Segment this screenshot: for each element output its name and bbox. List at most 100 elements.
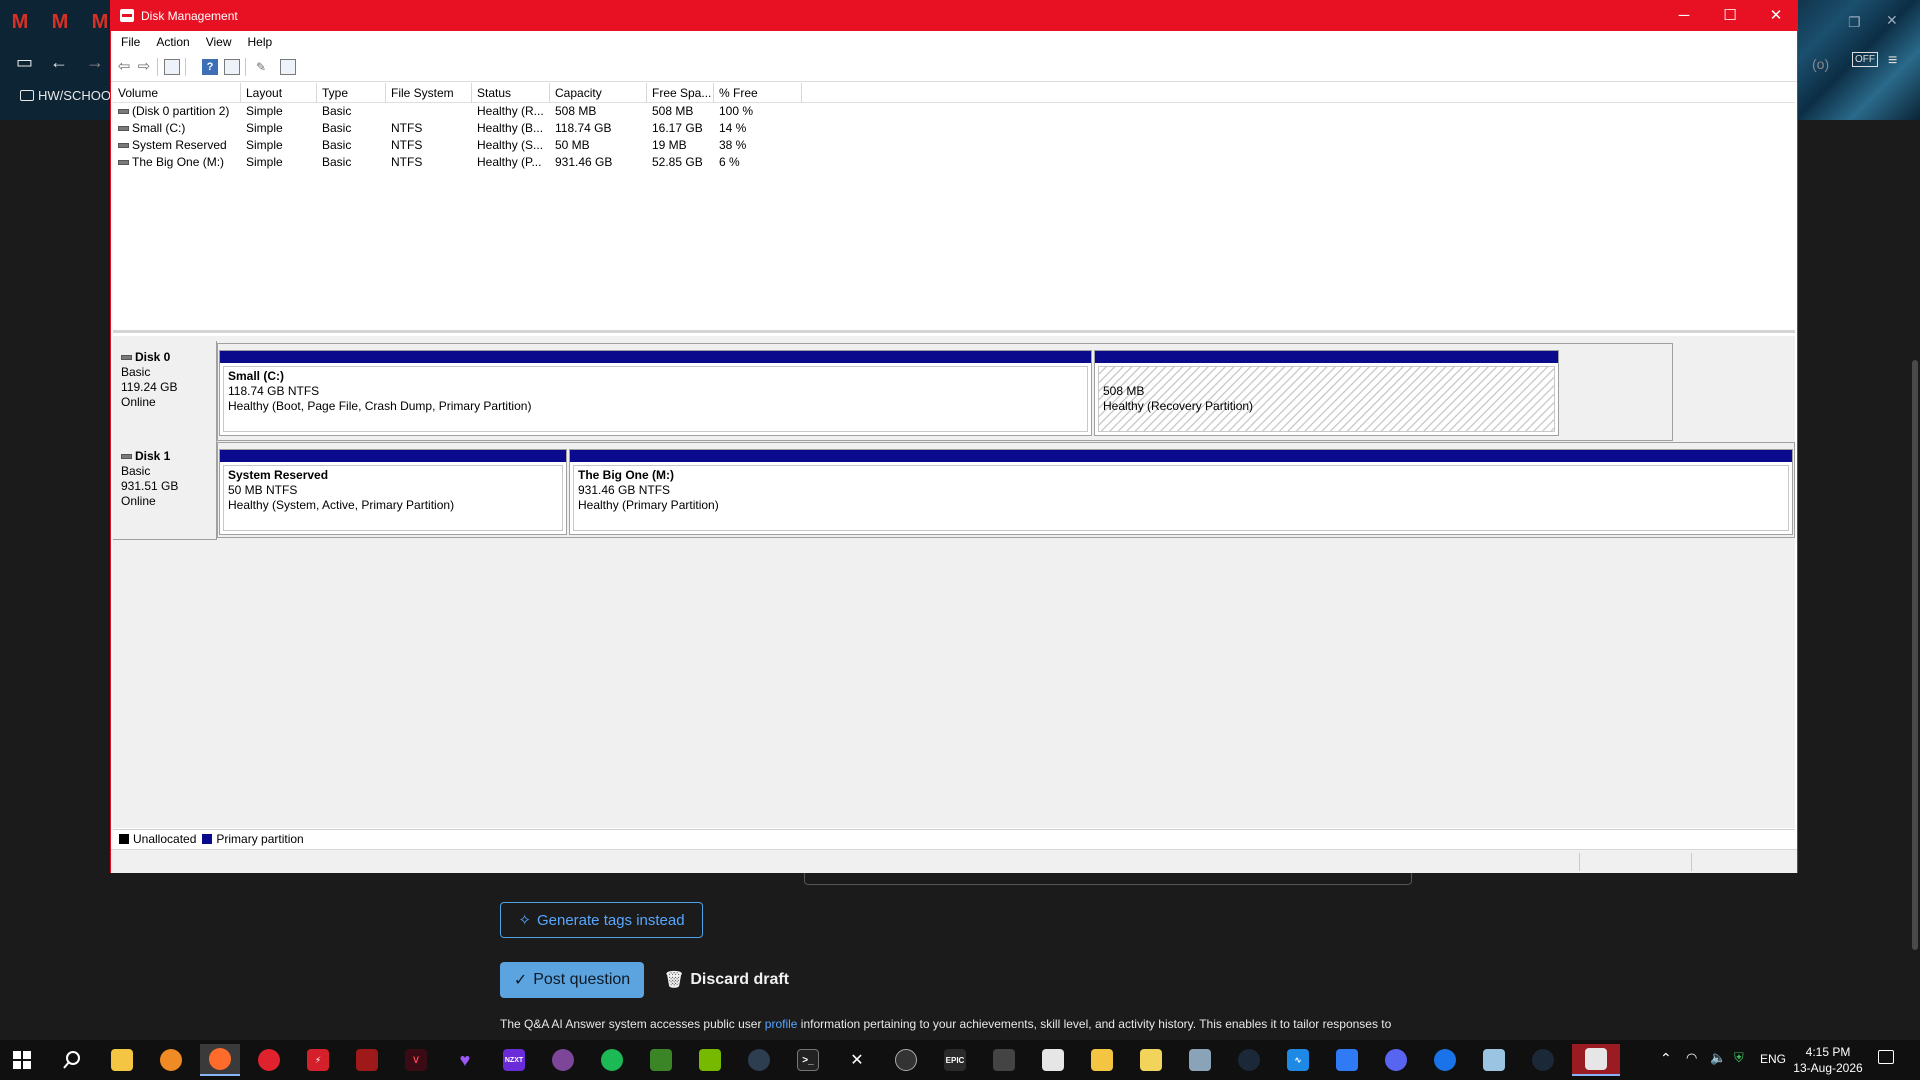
- column-header-capacity[interactable]: Capacity: [550, 83, 647, 103]
- nvidia-icon[interactable]: [690, 1044, 730, 1076]
- capcut-icon[interactable]: ✕: [837, 1044, 877, 1076]
- file-explorer-icon[interactable]: [102, 1044, 142, 1076]
- azure-icon[interactable]: [1425, 1044, 1465, 1076]
- security-shield-icon[interactable]: ⛨: [1734, 1050, 1744, 1066]
- chevron-up-icon[interactable]: ⌃: [1660, 1050, 1672, 1067]
- discard-draft-button[interactable]: 🗑 Discard draft: [664, 962, 789, 998]
- disk-tool-icon[interactable]: [1474, 1044, 1514, 1076]
- forward-icon[interactable]: →: [86, 52, 104, 73]
- disk-0-label[interactable]: Disk 0 Basic 119.24 GB Online: [113, 341, 217, 441]
- folder-icon[interactable]: [1082, 1044, 1122, 1076]
- extension-off-icon[interactable]: OFF: [1852, 52, 1878, 67]
- menu-icon[interactable]: ≡: [1888, 52, 1897, 70]
- discord-icon[interactable]: [1376, 1044, 1416, 1076]
- paint-icon[interactable]: [1131, 1044, 1171, 1076]
- steam-icon[interactable]: [1229, 1044, 1269, 1076]
- column-header-type[interactable]: Type: [317, 83, 386, 103]
- volume-icon: [118, 126, 129, 132]
- forward-arrow-icon[interactable]: ⇨: [136, 59, 152, 75]
- sidebar-toggle-icon[interactable]: ▭: [16, 52, 33, 73]
- table-row[interactable]: The Big One (M:) Simple Basic NTFS Healt…: [113, 154, 1795, 171]
- maximize-button[interactable]: ☐: [1707, 1, 1753, 31]
- broadcast-icon[interactable]: (o): [1812, 56, 1829, 72]
- taskbar: ⚡ V ♥ NZXT >_ ✕ EPIC ∿ ⌃ ◠ 🔈 ⛨ ENG 4:15 …: [0, 1040, 1920, 1080]
- minimize-button[interactable]: ─: [1661, 1, 1707, 31]
- title-bar[interactable]: Disk Management ─ ☐ ✕: [111, 1, 1797, 31]
- spotify-icon[interactable]: [592, 1044, 632, 1076]
- gpu-tool-icon[interactable]: [347, 1044, 387, 1076]
- clock[interactable]: 4:15 PM 13-Aug-2026: [1790, 1044, 1866, 1076]
- table-row[interactable]: System Reserved Simple Basic NTFS Health…: [113, 137, 1795, 154]
- davinci-icon[interactable]: [739, 1044, 779, 1076]
- help-icon[interactable]: ?: [202, 59, 218, 75]
- close-button[interactable]: ✕: [1753, 1, 1799, 31]
- obs-icon[interactable]: [886, 1044, 926, 1076]
- gmail-tab-icon[interactable]: M: [6, 8, 34, 36]
- start-button[interactable]: [2, 1044, 42, 1076]
- heart-app-icon[interactable]: ♥: [445, 1044, 485, 1076]
- post-question-button[interactable]: ✓ Post question: [500, 962, 644, 998]
- search-button[interactable]: [52, 1044, 92, 1076]
- nzxt-icon[interactable]: NZXT: [494, 1044, 534, 1076]
- flash-icon[interactable]: ⚡: [298, 1044, 338, 1076]
- column-header-layout[interactable]: Layout: [241, 83, 317, 103]
- disk-management-icon: [120, 9, 134, 22]
- menu-view[interactable]: View: [206, 35, 232, 49]
- generate-tags-button[interactable]: ✧ Generate tags instead: [500, 902, 703, 938]
- close-icon[interactable]: ✕: [1886, 12, 1898, 29]
- menu-help[interactable]: Help: [248, 35, 273, 49]
- page-scrollbar[interactable]: [1912, 360, 1918, 950]
- sparkle-icon: ✧: [518, 912, 531, 929]
- volume-icon[interactable]: 🔈: [1710, 1050, 1726, 1066]
- epic-games-icon[interactable]: EPIC: [935, 1044, 975, 1076]
- menu-file[interactable]: File: [121, 35, 140, 49]
- connect-icon[interactable]: ✎: [253, 59, 269, 75]
- language-indicator[interactable]: ENG: [1760, 1052, 1786, 1066]
- ai-disclaimer-text: The Q&A AI Answer system accesses public…: [500, 1017, 1392, 1031]
- graphical-disk-view: Disk 0 Basic 119.24 GB Online Small (C:)…: [113, 336, 1795, 828]
- unity-icon[interactable]: [984, 1044, 1024, 1076]
- steam2-icon[interactable]: [1523, 1044, 1563, 1076]
- partition-recovery[interactable]: 508 MB Healthy (Recovery Partition): [1094, 350, 1559, 436]
- disk-1-label[interactable]: Disk 1 Basic 931.51 GB Online: [113, 440, 217, 540]
- partition-small-c[interactable]: Small (C:) 118.74 GB NTFS Healthy (Boot,…: [219, 350, 1092, 436]
- back-arrow-icon[interactable]: ⇦: [116, 59, 132, 75]
- column-header-status[interactable]: Status: [472, 83, 550, 103]
- status-bar: [111, 849, 1797, 873]
- roblox-icon[interactable]: [1327, 1044, 1367, 1076]
- notepad-icon[interactable]: [1033, 1044, 1073, 1076]
- settings-icon[interactable]: [280, 59, 296, 75]
- notification-icon[interactable]: [1878, 1050, 1894, 1064]
- show-hide-console-tree-icon[interactable]: [164, 59, 180, 75]
- monitor-icon[interactable]: ∿: [1278, 1044, 1318, 1076]
- back-icon[interactable]: ←: [50, 52, 68, 73]
- table-row[interactable]: (Disk 0 partition 2) Simple Basic Health…: [113, 103, 1795, 120]
- profile-link[interactable]: profile: [765, 1017, 798, 1031]
- minecraft-icon[interactable]: [641, 1044, 681, 1076]
- properties-icon[interactable]: [224, 59, 240, 75]
- valorant-icon[interactable]: V: [396, 1044, 436, 1076]
- legend: Unallocated Primary partition: [113, 829, 1795, 847]
- column-header-volume[interactable]: Volume: [113, 83, 241, 103]
- disk-management-taskbar-icon[interactable]: [1572, 1044, 1620, 1076]
- restore-icon[interactable]: ❐: [1848, 14, 1861, 31]
- bookmark-folder[interactable]: HW/SCHOOL: [20, 88, 118, 103]
- partition-the-big-one-m[interactable]: The Big One (M:) 931.46 GB NTFS Healthy …: [569, 449, 1793, 535]
- terminal-icon[interactable]: >_: [788, 1044, 828, 1076]
- tor-icon[interactable]: [543, 1044, 583, 1076]
- volume-icon: [118, 109, 129, 115]
- firefox-icon[interactable]: [200, 1044, 240, 1076]
- game-launcher-icon[interactable]: [249, 1044, 289, 1076]
- folder-icon: [20, 90, 34, 101]
- column-header-percent-free[interactable]: % Free: [714, 83, 802, 103]
- blender-icon[interactable]: [151, 1044, 191, 1076]
- wifi-icon[interactable]: ◠: [1686, 1050, 1697, 1066]
- column-header-file-system[interactable]: File System: [386, 83, 472, 103]
- table-row[interactable]: Small (C:) Simple Basic NTFS Healthy (B.…: [113, 120, 1795, 137]
- column-header-free-space[interactable]: Free Spa...: [647, 83, 714, 103]
- menu-action[interactable]: Action: [156, 35, 189, 49]
- installer-icon[interactable]: [1180, 1044, 1220, 1076]
- partition-system-reserved[interactable]: System Reserved 50 MB NTFS Healthy (Syst…: [219, 449, 567, 535]
- disk-1-row: Disk 1 Basic 931.51 GB Online System Res…: [113, 440, 1795, 540]
- gmail-tab-icon[interactable]: M: [46, 8, 74, 36]
